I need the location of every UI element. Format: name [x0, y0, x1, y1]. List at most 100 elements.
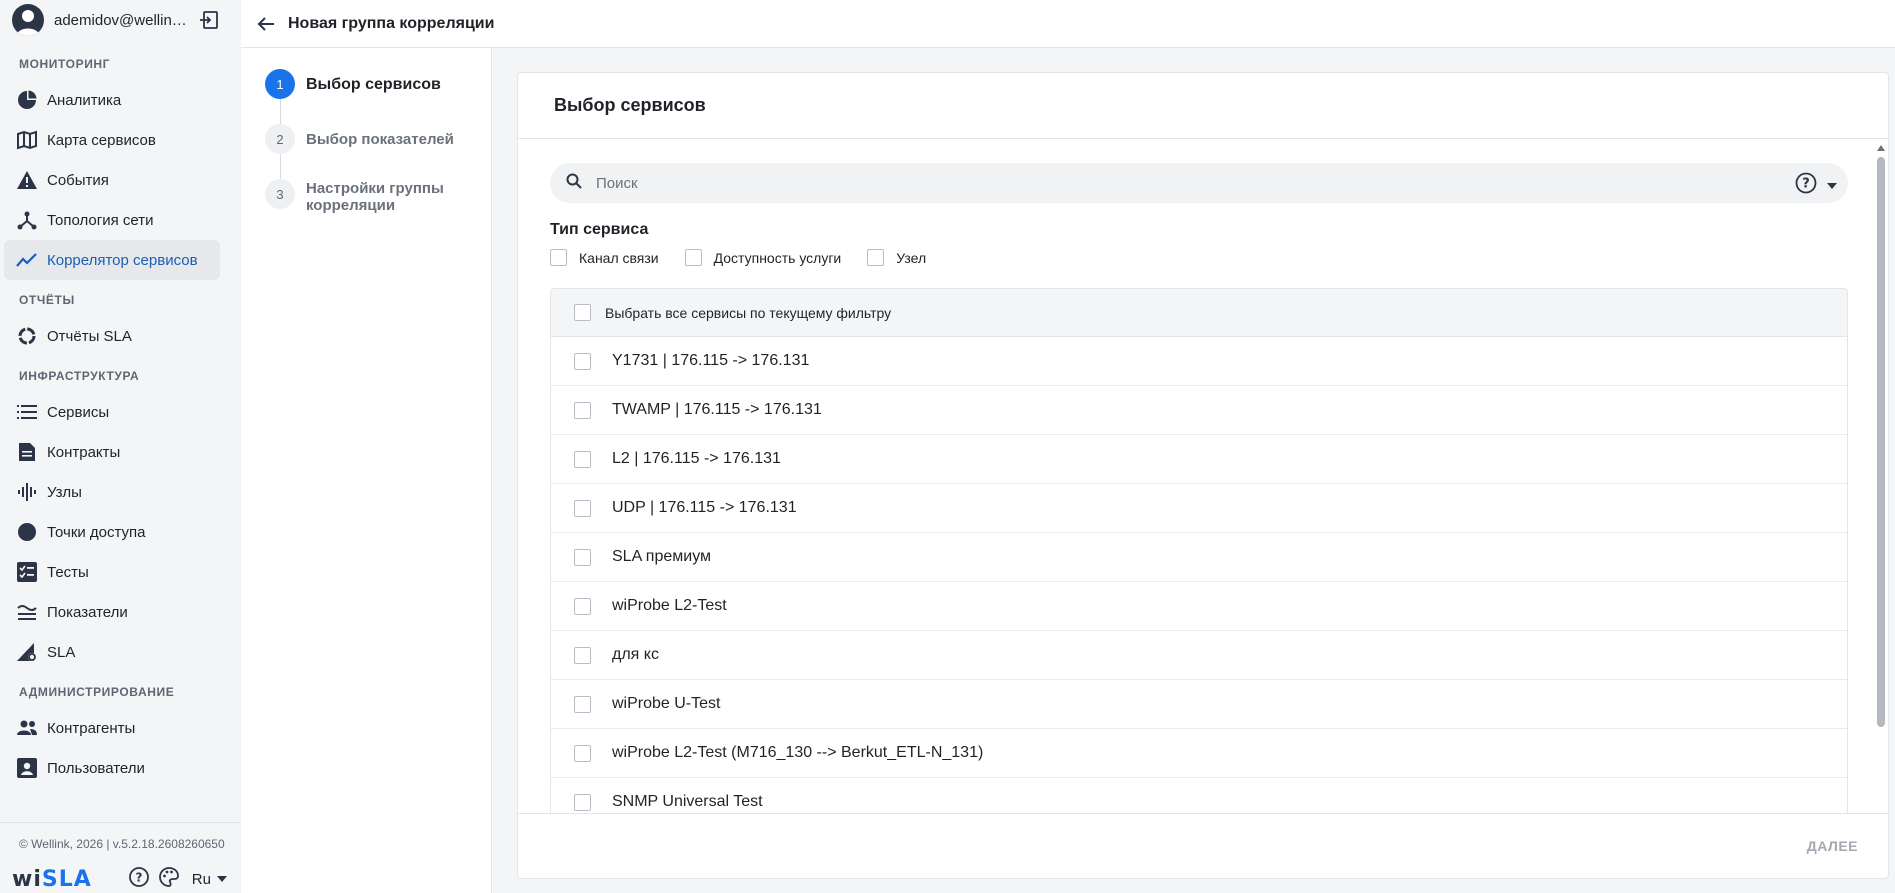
logout-icon[interactable]: [198, 9, 220, 31]
nav-label: Показатели: [47, 603, 128, 621]
nav-item-topology[interactable]: Топология сети: [4, 200, 220, 240]
filter-option-label: Доступность услуги: [713, 249, 842, 266]
checkbox[interactable]: [574, 499, 591, 517]
nav-item-sla-reports[interactable]: Отчёты SLA: [4, 316, 220, 356]
step-label: Выбор сервисов: [306, 76, 441, 93]
checkbox[interactable]: [574, 646, 591, 664]
back-arrow-icon[interactable]: [254, 12, 278, 36]
section-title-infrastructure: ИНФРАСТРУКТУРА: [19, 369, 140, 383]
nav-label: Коррелятор сервисов: [47, 251, 198, 269]
step-label: Выбор показателей: [306, 131, 454, 148]
checkbox[interactable]: [574, 793, 591, 811]
sla-gear-icon: [16, 641, 38, 663]
filter-title: Тип сервиса: [550, 221, 649, 238]
select-all-checkbox[interactable]: [574, 304, 591, 321]
brand-part-accent: SLA: [41, 866, 92, 892]
palette-icon[interactable]: [158, 866, 180, 893]
dot-icon: [16, 521, 38, 543]
scrollbar[interactable]: [1876, 143, 1886, 813]
select-all-label: Выбрать все сервисы по текущему фильтру: [605, 304, 892, 321]
checkbox[interactable]: [574, 548, 591, 566]
service-name: wiProbe L2-Test (M716_130 --> Berkut_ETL…: [612, 744, 984, 761]
nav-label: SLA: [47, 643, 76, 661]
nav-item-access-points[interactable]: Точки доступа: [4, 512, 220, 552]
search-dropdown-icon[interactable]: [1826, 177, 1838, 195]
step-3[interactable]: 3 Настройки группы корреляции: [265, 179, 491, 214]
map-icon: [16, 129, 38, 151]
service-name: Y1731 | 176.115 -> 176.131: [612, 352, 810, 369]
language-label: Ru: [191, 870, 211, 888]
service-name: UDP | 176.115 -> 176.131: [612, 499, 797, 516]
pie-chart-icon: [16, 89, 38, 111]
list-item[interactable]: TWAMP | 176.115 -> 176.131: [551, 386, 1847, 435]
step-number: 3: [265, 179, 295, 209]
svg-text:?: ?: [1802, 177, 1810, 192]
checkbox[interactable]: [550, 249, 567, 266]
checkbox[interactable]: [867, 249, 885, 266]
list-item[interactable]: wiProbe L2-Test: [551, 582, 1847, 631]
waveform-icon: [16, 481, 38, 503]
bottom-row: wiSLA ? Ru: [0, 859, 241, 893]
nav-item-service-map[interactable]: Карта сервисов: [4, 120, 220, 160]
checkbox[interactable]: [574, 597, 591, 615]
nav-item-counterparties[interactable]: Контрагенты: [4, 708, 220, 748]
services-card: Выбор сервисов ?: [517, 72, 1889, 879]
warning-icon: [16, 169, 38, 191]
language-select[interactable]: Ru: [192, 871, 227, 888]
nav-item-events[interactable]: События: [4, 160, 220, 200]
search-help-icon[interactable]: ?: [1794, 171, 1818, 200]
nav-item-users[interactable]: Пользователи: [4, 748, 220, 788]
list-item[interactable]: Y1731 | 176.115 -> 176.131: [551, 337, 1847, 386]
checkbox[interactable]: [574, 744, 591, 762]
list-item[interactable]: для кс: [551, 631, 1847, 680]
checkbox[interactable]: [574, 695, 591, 713]
select-all-row[interactable]: Выбрать все сервисы по текущему фильтру: [551, 289, 1847, 337]
nav-label: Тесты: [47, 563, 89, 581]
nav-item-contracts[interactable]: Контракты: [4, 432, 220, 472]
list-item[interactable]: SNMP Universal Test: [551, 778, 1847, 813]
filter-option-channel[interactable]: Канал связи: [550, 249, 659, 266]
list-item[interactable]: wiProbe U-Test: [551, 680, 1847, 729]
nav-item-analytics[interactable]: Аналитика: [4, 80, 220, 120]
filter-option-node[interactable]: Узел: [867, 249, 926, 266]
services-list: Выбрать все сервисы по текущему фильтру …: [550, 288, 1848, 813]
nav-item-services[interactable]: Сервисы: [4, 392, 220, 432]
user-name[interactable]: ademidov@wellink...: [54, 12, 188, 29]
avatar[interactable]: [12, 4, 44, 36]
nav-label: Карта сервисов: [47, 131, 156, 149]
nav-label: Сервисы: [47, 403, 110, 421]
next-button[interactable]: ДАЛЕЕ: [1807, 838, 1858, 854]
nav-item-metrics[interactable]: Показатели: [4, 592, 220, 632]
checkbox[interactable]: [574, 352, 591, 370]
service-name: для кс: [612, 646, 659, 663]
list-item[interactable]: L2 | 176.115 -> 176.131: [551, 435, 1847, 484]
checkbox[interactable]: [684, 249, 702, 266]
filter-option-label: Канал связи: [579, 249, 659, 266]
list-item[interactable]: wiProbe L2-Test (M716_130 --> Berkut_ETL…: [551, 729, 1847, 778]
service-name: TWAMP | 176.115 -> 176.131: [612, 401, 822, 418]
user-card-icon: [16, 757, 38, 779]
section-title-reports: ОТЧЁТЫ: [19, 293, 75, 307]
checkbox[interactable]: [574, 401, 591, 419]
help-icon[interactable]: ?: [128, 866, 150, 893]
nav-label: Точки доступа: [47, 523, 146, 541]
list-item[interactable]: UDP | 176.115 -> 176.131: [551, 484, 1847, 533]
nav-label: Пользователи: [47, 759, 145, 777]
scroll-thumb[interactable]: [1877, 157, 1885, 727]
list-item[interactable]: SLA премиум: [551, 533, 1847, 582]
scroll-up-icon[interactable]: [1876, 143, 1886, 153]
nav-label: Отчёты SLA: [47, 327, 132, 345]
search-input[interactable]: [596, 174, 1746, 192]
step-1[interactable]: 1 Выбор сервисов: [265, 69, 491, 99]
nav-item-nodes[interactable]: Узлы: [4, 472, 220, 512]
nav-item-service-correlator[interactable]: Коррелятор сервисов: [4, 240, 220, 280]
app-root: ademidov@wellink... МОНИТОРИНГ Аналитика…: [0, 0, 1895, 893]
step-number: 2: [265, 124, 295, 154]
checkbox[interactable]: [574, 450, 591, 468]
filter-option-availability[interactable]: Доступность услуги: [684, 249, 842, 266]
nav-item-sla[interactable]: SLA: [4, 632, 220, 672]
card-title: Выбор сервисов: [554, 95, 706, 115]
nav-item-tests[interactable]: Тесты: [4, 552, 220, 592]
step-2[interactable]: 2 Выбор показателей: [265, 124, 491, 154]
copyright: © Wellink, 2026 | v.5.2.18.2608260650: [19, 837, 225, 851]
